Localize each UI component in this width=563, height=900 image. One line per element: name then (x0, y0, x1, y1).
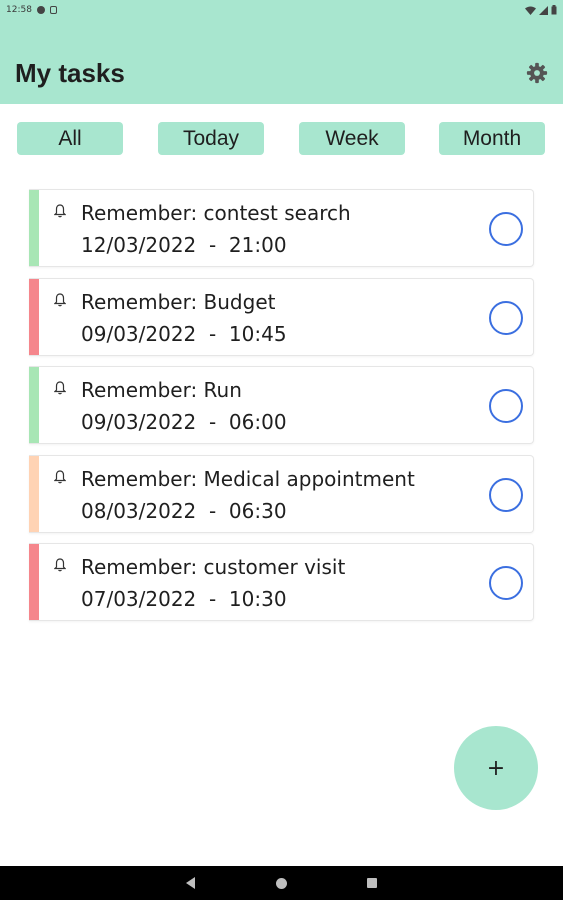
bell-icon (54, 204, 66, 218)
task-title: Remember: customer visit (81, 555, 346, 579)
filter-week-button[interactable]: Week (299, 122, 405, 155)
task-priority-bar (29, 367, 39, 443)
task-complete-checkbox[interactable] (489, 389, 523, 423)
app-bar: My tasks (0, 20, 563, 104)
task-priority-bar (29, 456, 39, 532)
battery-saver-icon (49, 6, 57, 14)
task-card[interactable]: Remember: Budget 09/03/2022 - 10:45 (29, 278, 534, 356)
bell-icon (54, 558, 66, 572)
system-nav-bar (0, 866, 563, 900)
page-title: My tasks (15, 58, 125, 88)
wifi-icon (525, 6, 536, 15)
task-title: Remember: contest search (81, 201, 351, 225)
filter-today-button[interactable]: Today (158, 122, 264, 155)
task-datetime: 12/03/2022 - 21:00 (81, 233, 287, 257)
task-datetime: 08/03/2022 - 06:30 (81, 499, 287, 523)
task-priority-bar (29, 190, 39, 266)
notification-icon (36, 6, 45, 14)
task-title: Remember: Budget (81, 290, 276, 314)
task-complete-checkbox[interactable] (489, 478, 523, 512)
task-card[interactable]: Remember: Run 09/03/2022 - 06:00 (29, 366, 534, 444)
task-complete-checkbox[interactable] (489, 566, 523, 600)
filter-month-button[interactable]: Month (439, 122, 545, 155)
task-card[interactable]: Remember: contest search 12/03/2022 - 21… (29, 189, 534, 267)
task-title: Remember: Run (81, 378, 242, 402)
task-card[interactable]: Remember: customer visit 07/03/2022 - 10… (29, 543, 534, 621)
signal-icon (539, 5, 548, 15)
bell-icon (54, 293, 66, 307)
task-datetime: 07/03/2022 - 10:30 (81, 587, 287, 611)
task-complete-checkbox[interactable] (489, 212, 523, 246)
home-icon[interactable] (276, 878, 287, 889)
task-priority-bar (29, 279, 39, 355)
task-title: Remember: Medical appointment (81, 467, 415, 491)
battery-icon (551, 5, 557, 15)
bell-icon (54, 381, 66, 395)
status-time: 12:58 (6, 5, 32, 15)
add-task-button[interactable]: + (454, 726, 538, 810)
task-card[interactable]: Remember: Medical appointment 08/03/2022… (29, 455, 534, 533)
gear-icon[interactable] (526, 62, 548, 84)
task-complete-checkbox[interactable] (489, 301, 523, 335)
filter-all-button[interactable]: All (17, 122, 123, 155)
task-priority-bar (29, 544, 39, 620)
back-icon[interactable] (186, 877, 195, 889)
task-datetime: 09/03/2022 - 06:00 (81, 410, 287, 434)
bell-icon (54, 470, 66, 484)
recent-apps-icon[interactable] (367, 878, 377, 888)
plus-icon: + (486, 755, 506, 781)
task-datetime: 09/03/2022 - 10:45 (81, 322, 287, 346)
status-bar: 12:58 (0, 0, 563, 20)
